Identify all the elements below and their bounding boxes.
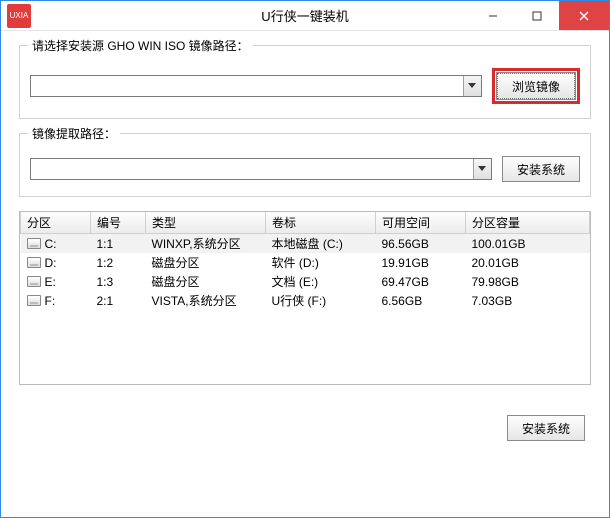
window-title: U行侠一键装机 bbox=[261, 6, 348, 25]
extract-path-combo[interactable] bbox=[30, 158, 492, 180]
col-header-type[interactable]: 类型 bbox=[146, 212, 266, 234]
col-header-label[interactable]: 卷标 bbox=[266, 212, 376, 234]
cell-partition: C: bbox=[21, 234, 91, 254]
cell-type: WINXP,系统分区 bbox=[146, 234, 266, 254]
cell-free: 69.47GB bbox=[376, 272, 466, 291]
drive-icon bbox=[27, 276, 41, 287]
cell-partition: D: bbox=[21, 253, 91, 272]
browse-highlight: 浏览镜像 bbox=[492, 68, 580, 104]
table-row[interactable]: D:1:2磁盘分区软件 (D:)19.91GB20.01GB bbox=[21, 253, 590, 272]
table-row[interactable]: C:1:1WINXP,系统分区本地磁盘 (C:)96.56GB100.01GB bbox=[21, 234, 590, 254]
cell-partition: E: bbox=[21, 272, 91, 291]
cell-number: 2:1 bbox=[91, 291, 146, 310]
cell-label: U行侠 (F:) bbox=[266, 291, 376, 310]
extract-path-input[interactable] bbox=[31, 159, 473, 179]
source-path-input[interactable] bbox=[31, 76, 463, 96]
browse-button[interactable]: 浏览镜像 bbox=[497, 73, 575, 99]
table-row[interactable]: F:2:1VISTA,系统分区U行侠 (F:)6.56GB7.03GB bbox=[21, 291, 590, 310]
cell-label: 本地磁盘 (C:) bbox=[266, 234, 376, 254]
col-header-free[interactable]: 可用空间 bbox=[376, 212, 466, 234]
cell-free: 19.91GB bbox=[376, 253, 466, 272]
cell-type: 磁盘分区 bbox=[146, 272, 266, 291]
source-groupbox: 请选择安装源 GHO WIN ISO 镜像路径： 浏览镜像 bbox=[19, 45, 591, 119]
close-button[interactable] bbox=[559, 1, 609, 30]
cell-capacity: 7.03GB bbox=[466, 291, 590, 310]
drive-icon bbox=[27, 295, 41, 306]
cell-free: 6.56GB bbox=[376, 291, 466, 310]
chevron-down-icon[interactable] bbox=[463, 76, 481, 96]
install-button-bottom[interactable]: 安装系统 bbox=[507, 415, 585, 441]
col-header-number[interactable]: 编号 bbox=[91, 212, 146, 234]
chevron-down-icon[interactable] bbox=[473, 159, 491, 179]
cell-type: VISTA,系统分区 bbox=[146, 291, 266, 310]
cell-free: 96.56GB bbox=[376, 234, 466, 254]
table-header-row: 分区 编号 类型 卷标 可用空间 分区容量 bbox=[21, 212, 590, 234]
cell-number: 1:2 bbox=[91, 253, 146, 272]
drive-icon bbox=[27, 238, 41, 249]
source-path-combo[interactable] bbox=[30, 75, 482, 97]
cell-label: 软件 (D:) bbox=[266, 253, 376, 272]
cell-label: 文档 (E:) bbox=[266, 272, 376, 291]
cell-capacity: 100.01GB bbox=[466, 234, 590, 254]
cell-number: 1:1 bbox=[91, 234, 146, 254]
cell-number: 1:3 bbox=[91, 272, 146, 291]
cell-type: 磁盘分区 bbox=[146, 253, 266, 272]
install-button-top[interactable]: 安装系统 bbox=[502, 156, 580, 182]
col-header-capacity[interactable]: 分区容量 bbox=[466, 212, 590, 234]
partition-table: 分区 编号 类型 卷标 可用空间 分区容量 C:1:1WINXP,系统分区本地磁… bbox=[19, 211, 591, 385]
source-group-title: 请选择安装源 GHO WIN ISO 镜像路径： bbox=[28, 37, 253, 54]
maximize-button[interactable] bbox=[515, 1, 559, 30]
extract-groupbox: 镜像提取路径： 安装系统 bbox=[19, 133, 591, 197]
cell-partition: F: bbox=[21, 291, 91, 310]
extract-group-title: 镜像提取路径： bbox=[28, 125, 120, 142]
app-icon: UXIA bbox=[7, 4, 31, 28]
minimize-button[interactable] bbox=[471, 1, 515, 30]
col-header-partition[interactable]: 分区 bbox=[21, 212, 91, 234]
window-frame: UXIA U行侠一键装机 请选择安装源 GHO WIN ISO 镜像路径： 浏览… bbox=[0, 0, 610, 518]
cell-capacity: 79.98GB bbox=[466, 272, 590, 291]
titlebar: UXIA U行侠一键装机 bbox=[1, 1, 609, 31]
cell-capacity: 20.01GB bbox=[466, 253, 590, 272]
table-row[interactable]: E:1:3磁盘分区文档 (E:)69.47GB79.98GB bbox=[21, 272, 590, 291]
drive-icon bbox=[27, 257, 41, 268]
